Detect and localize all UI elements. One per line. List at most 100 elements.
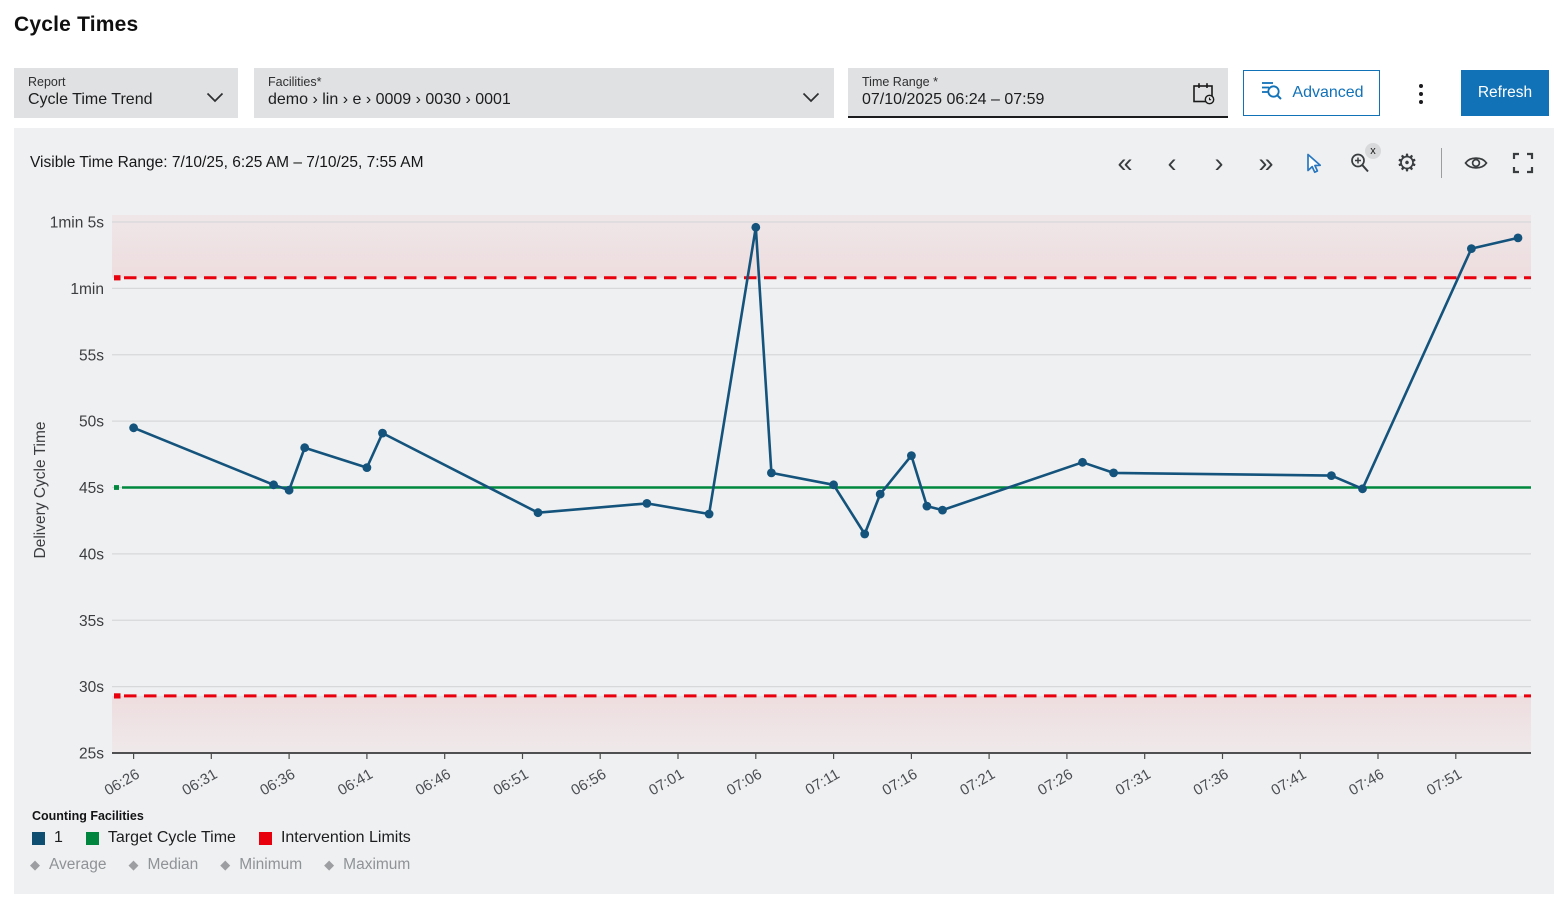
y-tick-label: 30s: [79, 679, 104, 696]
data-point: [922, 501, 932, 511]
data-point: [938, 505, 947, 515]
legend-item-label: Maximum: [343, 856, 411, 873]
legend-item-label: Target Cycle Time: [107, 829, 236, 846]
data-point: [269, 480, 278, 490]
data-point: [1358, 484, 1367, 494]
page-title: Cycle Times: [14, 13, 139, 36]
data-point: [284, 485, 294, 495]
diamond-icon: ◆: [128, 857, 139, 872]
legend-item-label: Minimum: [239, 856, 303, 873]
intervention-limit-start-marker: [114, 693, 121, 699]
visible-time-range-text: Visible Time Range: 7/10/25, 6:25 AM – 7…: [30, 154, 424, 171]
x-tick-label: 07:06: [724, 766, 765, 799]
x-tick-label: 07:46: [1346, 766, 1387, 799]
x-tick-label: 06:46: [413, 766, 454, 799]
visibility-eye-icon[interactable]: [1463, 150, 1489, 176]
y-tick-label: 45s: [79, 480, 104, 497]
legend-item-target-cycle-time[interactable]: Target Cycle Time: [85, 829, 236, 847]
data-point: [533, 508, 543, 518]
x-tick-label: 07:31: [1113, 766, 1154, 799]
skip-to-start-icon[interactable]: «: [1112, 150, 1138, 177]
zoom-x-tool-icon[interactable]: x: [1347, 143, 1381, 176]
legend-item-label: 1: [54, 829, 63, 846]
legend-item-label: Intervention Limits: [280, 829, 411, 846]
upper-intervention-band: [112, 215, 1531, 278]
x-tick-label: 07:36: [1190, 766, 1231, 799]
diamond-icon: ◆: [30, 857, 40, 872]
facilities-select[interactable]: Facilities* demo › lin › e › 0009 › 0030…: [254, 68, 834, 118]
data-point: [362, 463, 372, 472]
data-point: [129, 423, 138, 433]
target-line-start-marker: [114, 485, 119, 490]
chart-panel: Visible Time Range: 7/10/25, 6:25 AM – 7…: [14, 128, 1554, 894]
advanced-button-label: Advanced: [1292, 84, 1364, 101]
x-tick-label: 07:41: [1268, 766, 1309, 799]
x-tick-label: 06:51: [490, 766, 531, 799]
calendar-icon[interactable]: [1191, 81, 1216, 111]
x-tick-label: 06:36: [257, 766, 298, 799]
x-tick-label: 07:16: [879, 766, 920, 799]
data-point: [704, 509, 714, 519]
chevron-down-icon: [802, 90, 820, 108]
time-range-field[interactable]: Time Range * 07/10/2025 06:24 – 07:59: [848, 68, 1228, 118]
facilities-label: Facilities*: [268, 75, 322, 89]
y-tick-label: 35s: [79, 613, 104, 630]
data-point: [829, 480, 838, 490]
more-options-kebab-icon[interactable]: [1410, 78, 1432, 110]
refresh-button[interactable]: Refresh: [1461, 70, 1549, 116]
data-point: [1513, 233, 1523, 243]
legend-item-maximum[interactable]: ◆ Maximum: [324, 856, 410, 874]
legend-item-median[interactable]: ◆ Median: [128, 856, 198, 874]
skip-to-end-icon[interactable]: »: [1253, 150, 1279, 177]
legend-title: Counting Facilities: [32, 809, 144, 823]
y-tick-label: 50s: [79, 414, 104, 431]
data-point: [1327, 471, 1336, 480]
data-point: [907, 451, 916, 460]
legend-item-facility[interactable]: 1: [32, 829, 63, 847]
y-tick-label: 55s: [79, 347, 104, 364]
legend-stats-row: ◆ Average ◆ Median ◆ Minimum ◆ Maximum: [30, 856, 410, 874]
legend-item-label: Median: [147, 856, 199, 873]
advanced-search-icon: [1259, 79, 1283, 107]
data-point: [642, 499, 652, 508]
series-swatch: [32, 831, 45, 845]
diamond-icon: ◆: [220, 857, 231, 872]
x-tick-label: 07:51: [1424, 766, 1465, 799]
zoom-x-badge: x: [1365, 143, 1381, 159]
pointer-tool-icon[interactable]: [1300, 150, 1326, 176]
toolbar-divider: [1441, 148, 1442, 178]
x-tick-label: 07:21: [957, 766, 998, 799]
time-range-label: Time Range *: [862, 75, 938, 89]
x-tick-label: 06:56: [568, 766, 609, 799]
report-select[interactable]: Report Cycle Time Trend: [14, 68, 238, 118]
fullscreen-icon[interactable]: [1510, 150, 1536, 176]
data-point: [378, 428, 387, 438]
y-axis-title: Delivery Cycle Time: [32, 422, 49, 559]
chevron-down-icon: [206, 90, 224, 108]
step-back-icon[interactable]: ‹: [1159, 150, 1185, 177]
x-tick-label: 06:31: [179, 766, 220, 799]
chart-toolbar: « ‹ › » x ⚙: [1112, 143, 1536, 178]
x-tick-label: 07:01: [646, 766, 687, 799]
y-tick-label: 40s: [79, 546, 104, 563]
x-tick-label: 07:26: [1035, 766, 1076, 799]
limits-swatch: [258, 831, 272, 845]
data-point: [767, 468, 776, 478]
legend-item-average[interactable]: ◆ Average: [30, 856, 106, 874]
data-point: [1109, 468, 1118, 478]
cycle-time-chart[interactable]: 1min 5s 1min 55s 50s 45s 40s 35s 30s 25s 06:26 06:…: [14, 198, 1554, 894]
intervention-limit-start-marker: [114, 275, 121, 281]
advanced-button[interactable]: Advanced: [1243, 70, 1380, 116]
target-swatch: [85, 831, 99, 845]
settings-gear-icon[interactable]: ⚙: [1394, 150, 1420, 177]
legend-item-label: Average: [49, 856, 107, 873]
legend-item-intervention-limits[interactable]: Intervention Limits: [258, 829, 411, 847]
time-range-value: 07/10/2025 06:24 – 07:59: [862, 91, 1045, 108]
legend-item-minimum[interactable]: ◆ Minimum: [220, 856, 302, 874]
data-point: [1467, 244, 1476, 253]
y-tick-label: 1min: [70, 281, 104, 298]
data-point: [751, 222, 761, 232]
data-point: [860, 529, 870, 539]
data-point: [875, 489, 885, 499]
step-forward-icon[interactable]: ›: [1206, 150, 1232, 177]
